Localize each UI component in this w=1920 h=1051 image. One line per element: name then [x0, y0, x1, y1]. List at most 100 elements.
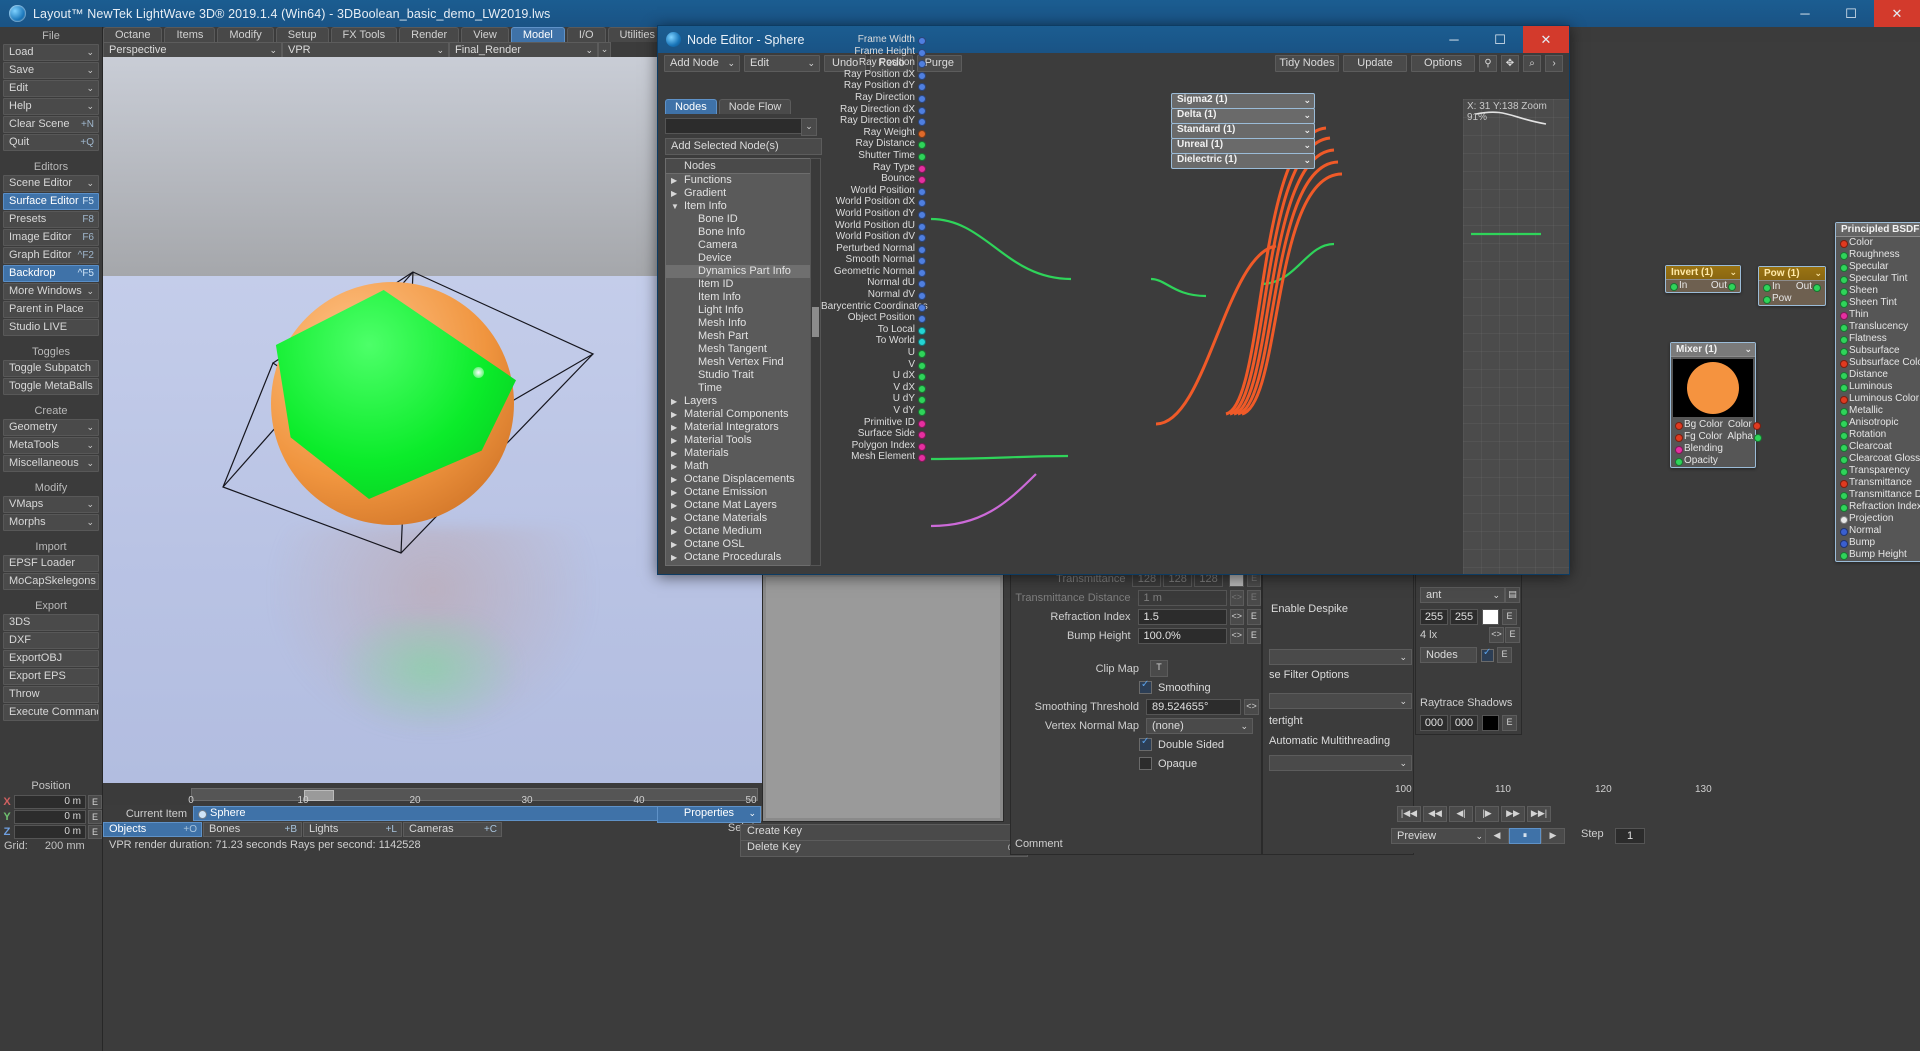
node-mixer-opacity-port[interactable]: Opacity: [1671, 455, 1755, 467]
nodes-edit-button[interactable]: E: [1497, 647, 1512, 663]
nodes-checkbox[interactable]: [1481, 647, 1494, 662]
transport-button[interactable]: |▶: [1475, 806, 1499, 822]
surface-input-port[interactable]: Surface Side: [821, 428, 929, 440]
surface-input-port[interactable]: V dX: [821, 382, 929, 394]
chevron-right-icon[interactable]: ▶: [671, 447, 677, 460]
ant-extra-button[interactable]: ▤: [1505, 587, 1520, 603]
node-bsdf-port[interactable]: Metallic: [1836, 405, 1920, 417]
edit-menu-button[interactable]: Edit ⌄: [744, 54, 820, 72]
node-tree-scrollbar[interactable]: [810, 158, 821, 566]
color-swatch[interactable]: [1482, 609, 1499, 625]
surface-input-port[interactable]: Smooth Normal: [821, 254, 929, 266]
node-tree-item-mesh-info[interactable]: Mesh Info: [666, 317, 810, 330]
surface-input-port[interactable]: Ray Direction: [821, 92, 929, 104]
node-dielectric-1-[interactable]: Dielectric (1) ⌄: [1171, 153, 1315, 169]
node-canvas[interactable]: X: 31 Y:138 Zoom 91%: [1463, 99, 1569, 574]
axis-edit-button[interactable]: E: [88, 795, 102, 809]
node-pow-header[interactable]: Pow (1) ⌄: [1759, 267, 1825, 281]
chevron-right-icon[interactable]: ▶: [671, 538, 677, 551]
left-item-studio-live[interactable]: Studio LIVE: [3, 319, 99, 336]
surface-input-port[interactable]: To World: [821, 335, 929, 347]
left-item-dxf[interactable]: DXF: [3, 632, 99, 649]
chevron-down-icon[interactable]: ⌄: [1303, 139, 1311, 151]
axis-edit-button[interactable]: E: [88, 825, 102, 839]
node-tree-item-item-id[interactable]: Item ID: [666, 278, 810, 291]
node-tree-item-mesh-tangent[interactable]: Mesh Tangent: [666, 343, 810, 356]
node-delta-1-[interactable]: Delta (1) ⌄: [1171, 108, 1315, 124]
surface-prop-field[interactable]: 1.5: [1137, 608, 1227, 625]
surface-input-port[interactable]: World Position dV: [821, 231, 929, 243]
node-invert-in-port[interactable]: In: [1666, 280, 1701, 292]
chevron-down-icon[interactable]: ⌄: [1814, 267, 1822, 280]
transport-button[interactable]: ◀◀: [1423, 806, 1447, 822]
node-tree-item-mesh-vertex-find[interactable]: Mesh Vertex Find: [666, 356, 810, 369]
node-tree-item-materials[interactable]: ▶ Materials: [666, 447, 810, 460]
surface-input-port[interactable]: Ray Direction dX: [821, 104, 929, 116]
node-mixer-header[interactable]: Mixer (1) ⌄: [1671, 343, 1755, 357]
add-node-button[interactable]: Add Node ⌄: [664, 54, 740, 72]
node-pow-exp-port[interactable]: Pow: [1759, 293, 1825, 305]
minimize-button[interactable]: ─: [1782, 0, 1828, 27]
color-edit-button[interactable]: E: [1502, 609, 1517, 625]
node-invert-header[interactable]: Invert (1) ⌄: [1666, 266, 1740, 280]
chevron-right-icon[interactable]: ▶: [671, 434, 677, 447]
chevron-right-icon[interactable]: ▶: [671, 499, 677, 512]
next-frame-button[interactable]: ▶: [1541, 828, 1565, 844]
surface-input-port[interactable]: Bounce: [821, 173, 929, 185]
left-item-throw[interactable]: Throw: [3, 686, 99, 703]
axis-edit-button[interactable]: E: [88, 810, 102, 824]
node-tree-item-bone-info[interactable]: Bone Info: [666, 226, 810, 239]
node-category-tree[interactable]: Nodes ▶ Functions ▶ Gradient ▼ Item Info Bone …: [665, 158, 811, 566]
preview-select[interactable]: Preview ⌄: [1391, 828, 1488, 844]
node-editor-minimize-button[interactable]: ─: [1431, 26, 1477, 53]
pause-button[interactable]: ⏸: [1509, 828, 1541, 844]
node-search-dropdown-icon[interactable]: ⌄: [801, 118, 817, 136]
left-item-execute-command[interactable]: Execute Command: [3, 704, 99, 721]
node-bsdf-port[interactable]: Transmittance Distance: [1836, 489, 1920, 501]
shadow-swatch[interactable]: [1482, 715, 1499, 731]
viewport-camera-select[interactable]: Final_Render ⌄: [449, 42, 598, 58]
vertex-normal-map-select[interactable]: (none) ⌄: [1146, 717, 1253, 734]
surface-input-port[interactable]: Frame Height: [821, 46, 929, 58]
node-tree-item-octane-emission[interactable]: ▶ Octane Emission: [666, 486, 810, 499]
node-tree-item-octane-medium[interactable]: ▶ Octane Medium: [666, 525, 810, 538]
node-bsdf-color-port[interactable]: Color: [1836, 237, 1905, 249]
surface-input-port[interactable]: Primitive ID: [821, 417, 929, 429]
node-bsdf-port[interactable]: Clearcoat Gloss: [1836, 453, 1920, 465]
node-tree-item-item-info[interactable]: Item Info: [666, 291, 810, 304]
frame-timeline[interactable]: 0 10 20 30 40 50: [103, 783, 762, 806]
node-tree-item-material-components[interactable]: ▶ Material Components: [666, 408, 810, 421]
surface-input-port[interactable]: Geometric Normal: [821, 266, 929, 278]
transport-button[interactable]: |◀◀: [1397, 806, 1421, 822]
node-bsdf-material-out[interactable]: Material: [1905, 237, 1920, 249]
smoothing-threshold-env-button[interactable]: <>: [1244, 698, 1259, 715]
node-bsdf-port[interactable]: Transmittance: [1836, 477, 1920, 489]
node-invert[interactable]: Invert (1) ⌄ In Out: [1665, 265, 1741, 293]
chevron-right-icon[interactable]: ▶: [671, 512, 677, 525]
node-tree-item-math[interactable]: ▶ Math: [666, 460, 810, 473]
node-bsdf-port[interactable]: Clearcoat: [1836, 441, 1920, 453]
node-tree-item-octane-mat-layers[interactable]: ▶ Octane Mat Layers: [666, 499, 810, 512]
tab-properties[interactable]: Properties ⌄: [657, 806, 761, 823]
node-bsdf-port[interactable]: Translucency: [1836, 321, 1920, 333]
node-mixer[interactable]: Mixer (1) ⌄ Bg Color Color Fg Color Alph…: [1670, 342, 1762, 468]
left-item-backdrop[interactable]: Backdrop ^F5: [3, 265, 99, 282]
close-button[interactable]: ✕: [1874, 0, 1920, 27]
surface-input-port[interactable]: Shutter Time: [821, 150, 929, 162]
delete-key-button[interactable]: Delete Key del: [740, 840, 1028, 857]
surface-input-port[interactable]: World Position: [821, 185, 929, 197]
node-tree-item-functions[interactable]: ▶ Functions: [666, 174, 810, 187]
surface-input-port[interactable]: U: [821, 347, 929, 359]
expand-icon[interactable]: ›: [1545, 54, 1563, 72]
node-search-input[interactable]: [665, 118, 803, 134]
left-item-graph-editor[interactable]: Graph Editor ^F2: [3, 247, 99, 264]
node-principled-bsdf[interactable]: Principled BSDF (1) ⌄ Color Material Rou…: [1835, 222, 1920, 562]
chevron-right-icon[interactable]: ▶: [671, 174, 677, 187]
menu-tab-model[interactable]: Model: [510, 27, 565, 42]
node-invert-out-port[interactable]: Out: [1701, 280, 1741, 292]
node-tree-item-camera[interactable]: Camera: [666, 239, 810, 252]
chevron-right-icon[interactable]: ▶: [671, 564, 677, 565]
left-item-toggle-metaballs[interactable]: Toggle MetaBalls: [3, 378, 99, 395]
step-field[interactable]: 1: [1615, 828, 1645, 844]
left-item-metatools[interactable]: MetaTools ⌄: [3, 437, 99, 454]
